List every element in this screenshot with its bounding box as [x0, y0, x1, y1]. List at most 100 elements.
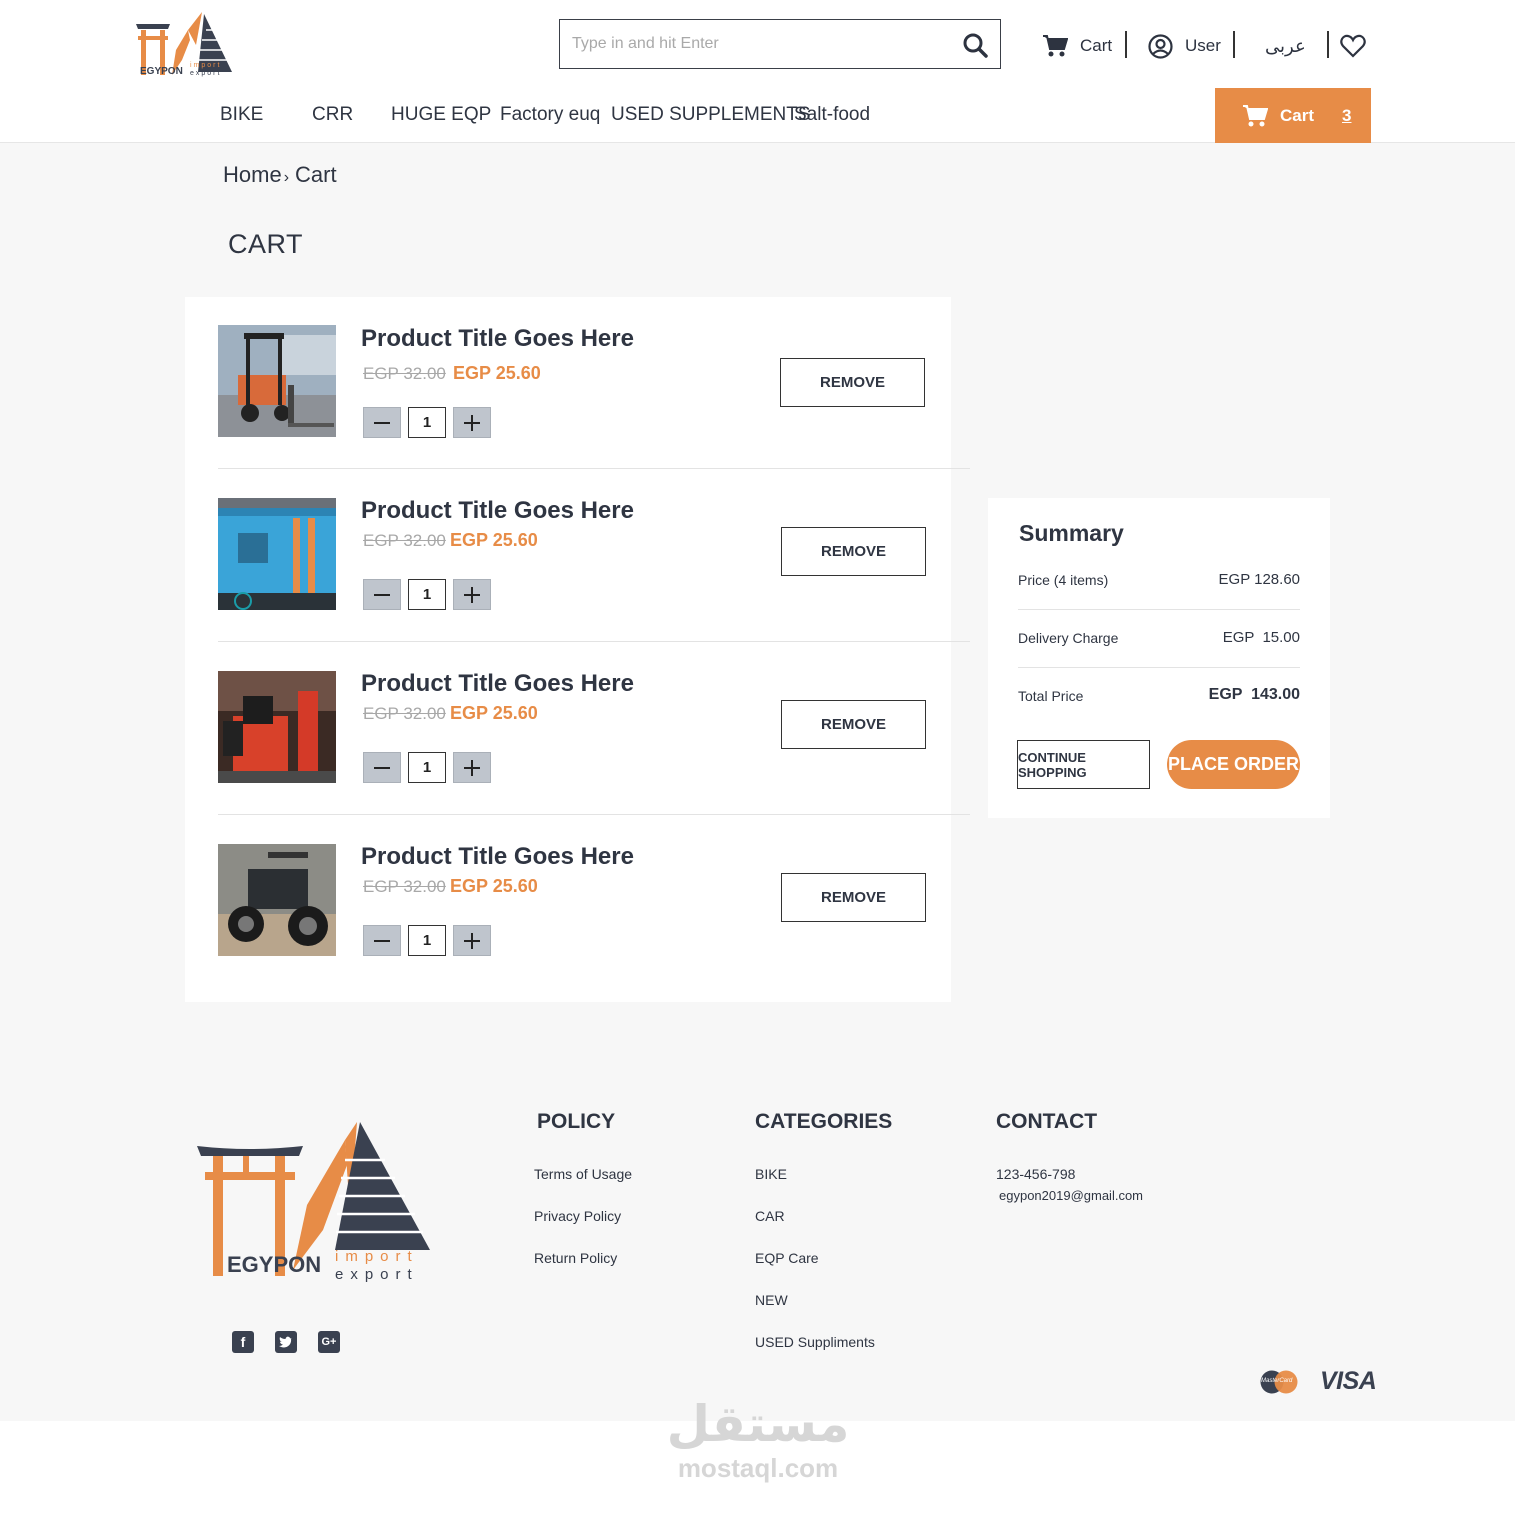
nav-crr[interactable]: CRR — [312, 104, 353, 126]
nav-factory-euq[interactable]: Factory euq — [500, 104, 600, 126]
watermark-latin: mostaql.com — [677, 1453, 839, 1483]
continue-shopping-button[interactable]: CONTINUE SHOPPING — [1017, 740, 1150, 789]
cart-button-label: Cart — [1280, 105, 1315, 125]
footer-logo-export: export — [335, 1266, 419, 1283]
nav-huge-eqp[interactable]: HUGE EQP — [391, 104, 491, 126]
quantity-increase-button[interactable] — [453, 407, 491, 438]
product-sale-price: EGP 25.60 — [450, 703, 538, 723]
product-old-price: EGP 32.00 — [363, 364, 446, 383]
header-user-link[interactable]: User — [1148, 30, 1221, 62]
product-sale-price: EGP 25.60 — [450, 530, 538, 550]
footer-contact-heading: CONTACT — [996, 1110, 1098, 1133]
logo-tagline-export: export — [190, 70, 222, 77]
quantity-decrease-button[interactable] — [363, 407, 401, 438]
nav-bike[interactable]: BIKE — [220, 104, 263, 126]
quantity-increase-button[interactable] — [453, 925, 491, 956]
product-sale-price: EGP 25.60 — [450, 876, 538, 896]
summary-title: Summary — [1019, 520, 1124, 546]
watermark: مستقل mostaql.com — [665, 1395, 851, 1483]
header-divider — [1233, 31, 1235, 58]
plus-icon — [464, 759, 480, 776]
header-divider — [1327, 31, 1329, 58]
remove-button[interactable]: REMOVE — [780, 358, 925, 407]
product-sale-price: EGP 25.60 — [453, 363, 541, 383]
facebook-icon[interactable]: f — [232, 1331, 254, 1353]
logo-tagline-import: import — [190, 62, 222, 69]
product-image[interactable] — [218, 844, 336, 956]
footer-categories-heading: CATEGORIES — [755, 1110, 893, 1133]
footer-contact-phone[interactable]: 123-456-798 — [996, 1166, 1075, 1182]
product-title[interactable]: Product Title Goes Here — [361, 325, 634, 353]
item-divider — [218, 468, 970, 469]
cart-item: Product Title Goes Here EGP 32.00 EGP 25… — [218, 843, 970, 1015]
breadcrumb-current: Cart — [295, 162, 337, 187]
header-cart-label: Cart — [1080, 36, 1113, 55]
nav-used-supplements[interactable]: USED SUPPLEMENTS — [611, 104, 811, 126]
quantity-input[interactable]: 1 — [408, 407, 446, 438]
summary-total-row: Total Price EGP 143.00 — [1018, 668, 1300, 726]
quantity-decrease-button[interactable] — [363, 579, 401, 610]
plus-icon — [464, 414, 480, 431]
footer-link-terms[interactable]: Terms of Usage — [534, 1166, 632, 1182]
twitter-icon[interactable] — [275, 1331, 297, 1353]
quantity-increase-button[interactable] — [453, 579, 491, 610]
product-image[interactable] — [218, 325, 336, 437]
quantity-input[interactable]: 1 — [408, 925, 446, 956]
summary-total-value: EGP 143.00 — [1208, 686, 1300, 703]
quantity-input[interactable]: 1 — [408, 752, 446, 783]
footer-link-new[interactable]: NEW — [755, 1292, 788, 1308]
cart-count-button[interactable]: Cart 3 — [1215, 88, 1371, 143]
summary-delivery-value: EGP 15.00 — [1222, 629, 1300, 646]
summary-delivery-label: Delivery Charge — [1018, 630, 1119, 646]
footer-link-car[interactable]: CAR — [755, 1208, 785, 1224]
product-title[interactable]: Product Title Goes Here — [361, 497, 634, 525]
product-title[interactable]: Product Title Goes Here — [361, 843, 634, 871]
footer-link-eqp-care[interactable]: EQP Care — [755, 1250, 819, 1266]
header-cart-link[interactable]: Cart — [1042, 30, 1112, 62]
product-old-price: EGP 32.00 — [363, 531, 446, 550]
cart-item: Product Title Goes Here EGP 32.00 EGP 25… — [218, 670, 970, 842]
place-order-button[interactable]: PLACE ORDER — [1167, 740, 1300, 789]
minus-icon — [374, 593, 390, 596]
footer-link-used-suppliments[interactable]: USED Suppliments — [755, 1334, 875, 1350]
remove-button[interactable]: REMOVE — [781, 700, 926, 749]
summary-delivery-row: Delivery Charge EGP 15.00 — [1018, 610, 1300, 668]
product-old-price: EGP 32.00 — [363, 704, 446, 723]
site-logo[interactable]: EGYPON import export — [132, 10, 234, 80]
product-old-price: EGP 32.00 — [363, 877, 446, 896]
cart-icon — [1243, 104, 1268, 126]
plus-icon — [464, 586, 480, 603]
nav-salt-food[interactable]: Salt-food — [794, 104, 870, 126]
product-image[interactable] — [218, 498, 336, 610]
footer-link-return[interactable]: Return Policy — [534, 1250, 617, 1266]
footer-link-bike[interactable]: BIKE — [755, 1166, 787, 1182]
search-input[interactable] — [572, 20, 952, 68]
minus-icon — [374, 421, 390, 424]
search-box — [559, 19, 1001, 69]
language-label: عربى — [1265, 35, 1306, 57]
quantity-input[interactable]: 1 — [408, 579, 446, 610]
cart-item: Product Title Goes Here EGP 32.00 EGP 25… — [218, 325, 970, 497]
quantity-decrease-button[interactable] — [363, 752, 401, 783]
language-switch[interactable]: عربى — [1265, 30, 1306, 62]
remove-button[interactable]: REMOVE — [781, 873, 926, 922]
footer-logo[interactable]: EGYPON import export — [195, 1120, 435, 1285]
product-title[interactable]: Product Title Goes Here — [361, 670, 634, 698]
cart-item: Product Title Goes Here EGP 32.00 EGP 25… — [218, 497, 970, 669]
header-divider — [1125, 31, 1127, 58]
google-plus-icon[interactable]: G+ — [318, 1331, 340, 1353]
footer-contact-email[interactable]: egypon2019@gmail.com — [999, 1188, 1143, 1203]
product-image[interactable] — [218, 671, 336, 783]
summary-price-value: EGP 128.60 — [1218, 571, 1300, 588]
quantity-decrease-button[interactable] — [363, 925, 401, 956]
footer-link-privacy[interactable]: Privacy Policy — [534, 1208, 621, 1224]
remove-button[interactable]: REMOVE — [781, 527, 926, 576]
breadcrumb-home[interactable]: Home — [223, 162, 282, 187]
wishlist-button[interactable] — [1340, 30, 1378, 62]
user-icon — [1148, 33, 1173, 59]
summary-total-label: Total Price — [1018, 688, 1084, 704]
search-icon[interactable] — [962, 32, 988, 58]
mastercard-icon: MasterCard — [1259, 1370, 1299, 1394]
summary-price-row: Price (4 items) EGP 128.60 — [1018, 552, 1300, 610]
quantity-increase-button[interactable] — [453, 752, 491, 783]
